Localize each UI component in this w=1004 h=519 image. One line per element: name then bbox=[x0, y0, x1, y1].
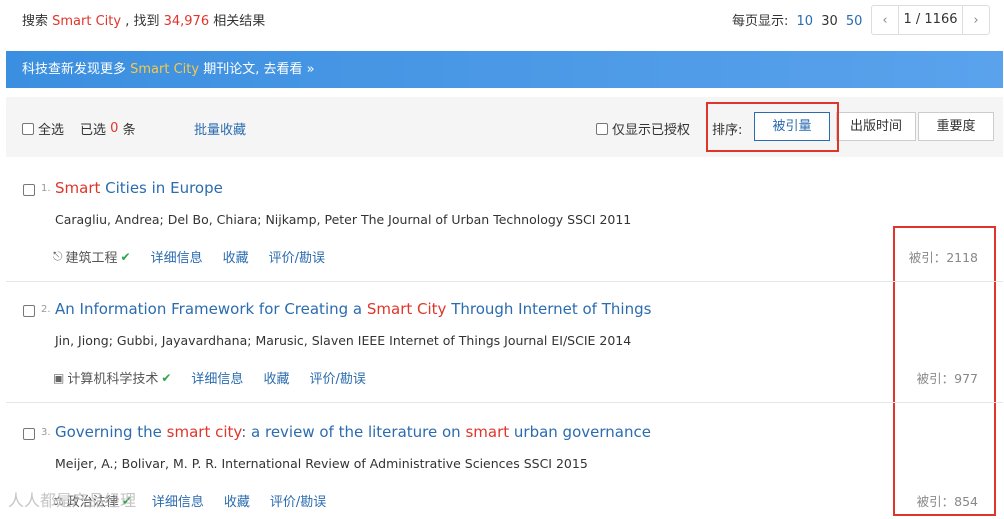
chevron-right-icon: › bbox=[973, 12, 979, 28]
collect-link[interactable]: 收藏 bbox=[263, 368, 289, 387]
per-page-selector: 每页显示: 10 30 50 bbox=[732, 10, 862, 29]
result-index: 1. bbox=[41, 183, 51, 194]
result-item: 2. An Information Framework for Creating… bbox=[6, 283, 1003, 403]
prev-page-button[interactable]: ‹ bbox=[872, 6, 899, 34]
results-summary-bar: 搜索 Smart City , 找到 34,976 相关结果 每页显示: 10 … bbox=[0, 0, 1004, 40]
review-correction-link[interactable]: 评价/勘误 bbox=[309, 368, 365, 387]
result-meta: Jin, Jiong; Gubbi, Jayavardhana; Marusic… bbox=[55, 333, 632, 348]
only-authorized-control[interactable]: 仅显示已授权 bbox=[596, 119, 690, 138]
title-keyword: smart city bbox=[166, 423, 242, 441]
result-category[interactable]: ▣ 计算机科学技术 ✔ bbox=[53, 368, 172, 388]
verified-check-icon: ✔ bbox=[120, 249, 131, 264]
building-icon: ⎋ bbox=[53, 249, 63, 263]
citation-count: 被引：977 bbox=[916, 371, 978, 386]
review-correction-link[interactable]: 评价/勘误 bbox=[269, 247, 325, 266]
result-checkbox[interactable] bbox=[23, 428, 35, 440]
next-page-button[interactable]: › bbox=[962, 6, 989, 34]
result-index: 2. bbox=[41, 304, 51, 315]
banner-highlight: Smart City bbox=[130, 62, 200, 77]
selected-count: 已选 0 条 bbox=[80, 119, 136, 138]
selected-count-value: 0 bbox=[110, 121, 119, 136]
category-label: 计算机科学技术 bbox=[67, 372, 159, 387]
monitor-icon: ▣ bbox=[53, 370, 65, 385]
review-correction-link[interactable]: 评价/勘误 bbox=[270, 491, 326, 510]
result-title-link[interactable]: Smart Cities in Europe bbox=[55, 179, 223, 197]
title-keyword: Smart bbox=[55, 179, 101, 197]
result-meta: Caragliu, Andrea; Del Bo, Chiara; Nijkam… bbox=[55, 212, 632, 227]
result-actions: ⎋ 建筑工程 ✔ 详细信息 收藏 评价/勘误 bbox=[53, 247, 325, 266]
result-item: 3. Governing the smart city: a review of… bbox=[6, 406, 1003, 519]
sort-by-publish-date-button[interactable]: 出版时间 bbox=[836, 112, 916, 141]
banner-text-after: 期刊论文, 去看看 bbox=[199, 62, 307, 77]
title-keyword: smart bbox=[465, 423, 510, 441]
selected-unit: 条 bbox=[122, 123, 136, 138]
per-page-label: 每页显示: bbox=[732, 14, 789, 29]
detail-info-link[interactable]: 详细信息 bbox=[152, 491, 204, 510]
summary-prefix: 搜索 bbox=[22, 14, 53, 29]
title-text: Governing the bbox=[55, 423, 167, 441]
select-all-checkbox[interactable] bbox=[22, 122, 34, 135]
search-summary: 搜索 Smart City , 找到 34,976 相关结果 bbox=[22, 10, 265, 29]
result-actions: ▣ 计算机科学技术 ✔ 详细信息 收藏 评价/勘误 bbox=[53, 368, 366, 388]
result-checkbox[interactable] bbox=[23, 184, 35, 196]
result-index: 3. bbox=[41, 427, 51, 438]
detail-info-link[interactable]: 详细信息 bbox=[191, 368, 243, 387]
title-text: Cities in Europe bbox=[100, 179, 223, 197]
result-title-link[interactable]: An Information Framework for Creating a … bbox=[55, 300, 651, 318]
summary-suffix: 相关结果 bbox=[209, 14, 266, 29]
result-title-link[interactable]: Governing the smart city: a review of th… bbox=[55, 423, 651, 441]
select-all-control[interactable]: 全选 bbox=[22, 119, 64, 138]
sort-by-importance-button[interactable]: 重要度 bbox=[918, 112, 994, 141]
banner-text-before: 科技查新发现更多 bbox=[22, 62, 131, 77]
title-text: An Information Framework for Creating a bbox=[55, 300, 367, 318]
batch-collect-button[interactable]: 批量收藏 bbox=[194, 119, 246, 138]
title-text: Through Internet of Things bbox=[446, 300, 652, 318]
sort-annotation-box bbox=[706, 102, 839, 152]
chevron-left-icon: ‹ bbox=[882, 12, 888, 28]
title-keyword: Smart City bbox=[366, 300, 447, 318]
summary-count: 34,976 bbox=[163, 14, 210, 29]
watermark: 人人都是产品经理 bbox=[8, 491, 137, 510]
citation-count: 被引：2118 bbox=[908, 250, 978, 265]
double-chevron-right-icon: » bbox=[306, 62, 315, 77]
pagination: ‹ 1 / 1166 › bbox=[871, 5, 990, 35]
verified-check-icon: ✔ bbox=[161, 370, 172, 385]
per-page-option-10[interactable]: 10 bbox=[797, 14, 814, 29]
per-page-option-50[interactable]: 50 bbox=[846, 14, 863, 29]
only-authorized-label: 仅显示已授权 bbox=[612, 123, 691, 138]
title-text: urban governance bbox=[509, 423, 651, 441]
result-category[interactable]: ⎋ 建筑工程 ✔ bbox=[53, 247, 131, 266]
results-toolbar: 全选 已选 0 条 批量收藏 仅显示已授权 排序: 被引量 出版时间 重要度 bbox=[6, 97, 1003, 157]
only-authorized-checkbox[interactable] bbox=[596, 122, 608, 135]
summary-middle: , 找到 bbox=[121, 14, 164, 29]
per-page-option-30[interactable]: 30 bbox=[821, 14, 838, 29]
category-label: 建筑工程 bbox=[65, 251, 118, 266]
result-checkbox[interactable] bbox=[23, 305, 35, 317]
title-text: : a review of the literature on bbox=[241, 423, 466, 441]
promo-banner[interactable]: 科技查新发现更多 Smart City 期刊论文, 去看看 » bbox=[6, 51, 1003, 88]
collect-link[interactable]: 收藏 bbox=[223, 247, 249, 266]
result-item: 1. Smart Cities in Europe Caragliu, Andr… bbox=[6, 162, 1003, 282]
detail-info-link[interactable]: 详细信息 bbox=[151, 247, 203, 266]
summary-query: Smart City bbox=[52, 14, 122, 29]
collect-link[interactable]: 收藏 bbox=[224, 491, 250, 510]
citation-count: 被引：854 bbox=[916, 494, 978, 509]
result-meta: Meijer, A.; Bolivar, M. P. R. Internatio… bbox=[55, 456, 588, 471]
selected-label: 已选 bbox=[80, 123, 107, 138]
select-all-label: 全选 bbox=[38, 123, 65, 138]
page-indicator: 1 / 1166 bbox=[903, 12, 958, 27]
